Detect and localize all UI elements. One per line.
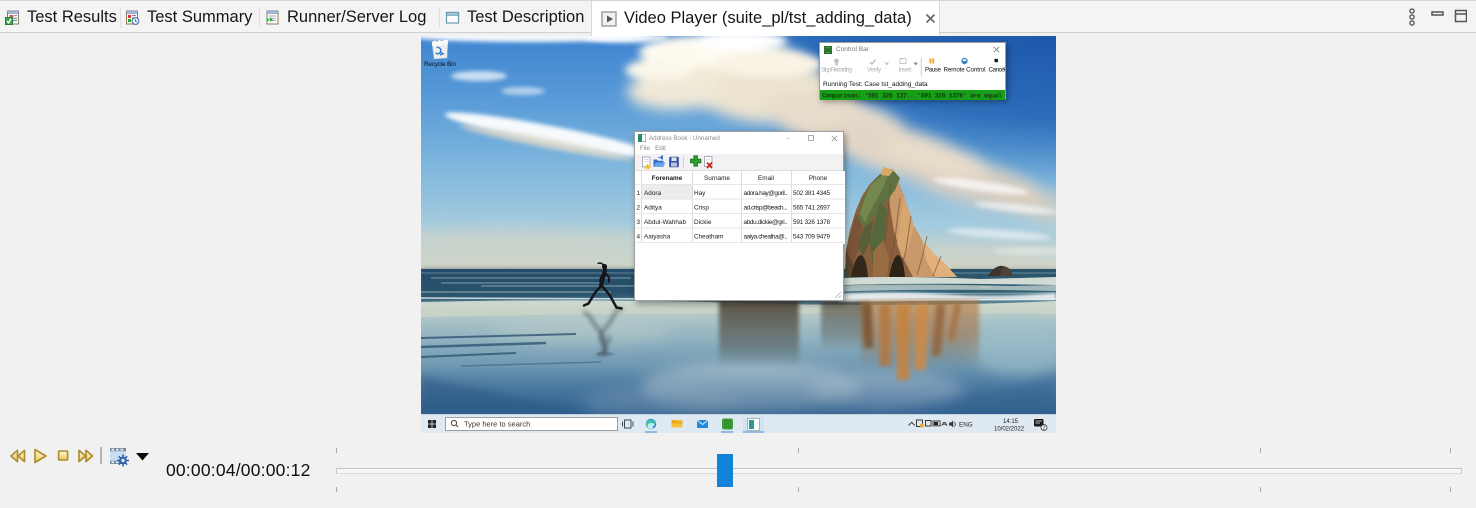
svg-text:2: 2 <box>1042 426 1045 432</box>
svg-text:Adora: Adora <box>644 190 661 197</box>
svg-text:abdu.dickie@gri..: abdu.dickie@gri.. <box>744 219 788 226</box>
svg-text:Type here to search: Type here to search <box>464 420 530 429</box>
svg-text:2: 2 <box>636 205 640 212</box>
svg-text:Phone: Phone <box>809 175 828 182</box>
svg-text:adora.hay@goril..: adora.hay@goril.. <box>744 190 788 197</box>
svg-text:Pause: Pause <box>925 67 941 74</box>
svg-text:Abdul-Wahhab: Abdul-Wahhab <box>644 219 686 226</box>
svg-text:502 381 4345: 502 381 4345 <box>793 190 830 197</box>
svg-text:Insert: Insert <box>899 67 912 74</box>
svg-text:591 326 1378: 591 326 1378 <box>793 219 830 226</box>
svg-text:Dickie: Dickie <box>694 219 712 226</box>
svg-text:565 741 2697: 565 741 2697 <box>793 205 830 212</box>
svg-text:1: 1 <box>636 190 640 197</box>
svg-text:543 709 9479: 543 709 9479 <box>793 234 830 241</box>
svg-text:Surname: Surname <box>704 175 730 182</box>
svg-text:10/02/2022: 10/02/2022 <box>994 427 1025 433</box>
svg-text:ENG: ENG <box>959 422 973 429</box>
svg-text:Recycle Bin: Recycle Bin <box>424 62 456 68</box>
svg-text:Stop Recording: Stop Recording <box>821 67 852 74</box>
svg-text:Comparison: '591 326 137...'59: Comparison: '591 326 137...'591 326 1378… <box>822 93 1002 100</box>
svg-text:Cheatham: Cheatham <box>694 234 724 241</box>
svg-text:Aditya: Aditya <box>644 205 662 212</box>
svg-text:Verify: Verify <box>867 67 882 74</box>
svg-text:3: 3 <box>636 219 640 226</box>
svg-text:Crisp: Crisp <box>694 205 709 212</box>
svg-text:Cancel: Cancel <box>989 67 1006 74</box>
svg-text:Remote Control: Remote Control <box>944 67 986 74</box>
svg-text:aaiya.cheatha@..: aaiya.cheatha@.. <box>744 234 788 241</box>
svg-text:Email: Email <box>758 175 774 182</box>
svg-text:Forename: Forename <box>652 175 683 182</box>
svg-text:14:15: 14:15 <box>1003 419 1019 425</box>
svg-text:4: 4 <box>636 234 640 241</box>
svg-text:ad.crisp@beach...: ad.crisp@beach... <box>744 205 788 212</box>
svg-text:Aaiyasha: Aaiyasha <box>644 234 671 241</box>
svg-text:Hay: Hay <box>694 190 706 197</box>
